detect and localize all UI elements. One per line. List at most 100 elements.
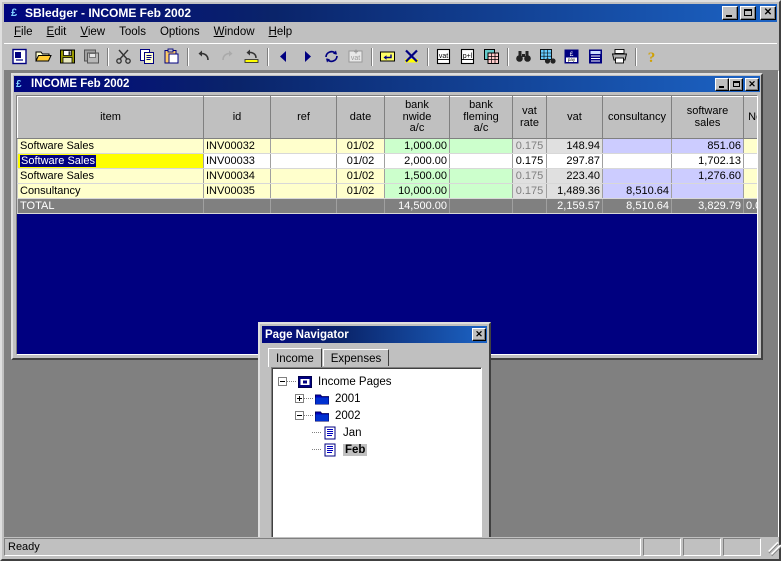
cell-bank-fleming[interactable]: [449, 168, 513, 184]
help-question-icon[interactable]: ?: [640, 45, 663, 68]
ledger-grid[interactable]: item id ref date bank nwide a/c bank flemin…: [17, 96, 757, 214]
tree-node-2001[interactable]: 2001: [278, 390, 481, 407]
redo-arrow-icon[interactable]: [216, 45, 239, 68]
cell-bank-fleming[interactable]: [449, 138, 513, 154]
cell-item[interactable]: Consultancy: [17, 183, 204, 199]
cell-item[interactable]: Software Sales: [17, 138, 204, 154]
cell-vat[interactable]: 297.87: [546, 153, 603, 169]
cell-notes[interactable]: [743, 168, 757, 184]
page-navigator-titlebar[interactable]: Page Navigator ✕: [262, 326, 487, 343]
minimize-button[interactable]: [722, 6, 738, 20]
cell-bank-nwide[interactable]: 2,000.00: [384, 153, 450, 169]
collapse-minus-icon[interactable]: [278, 377, 287, 386]
col-header-bank-fleming[interactable]: bank fleming a/c: [449, 96, 513, 139]
print-icon[interactable]: [608, 45, 631, 68]
tree-node-feb[interactable]: Feb: [278, 441, 481, 458]
cell-ref[interactable]: [270, 183, 337, 199]
cell-date[interactable]: 01/02: [336, 168, 385, 184]
cell-date[interactable]: 01/02: [336, 183, 385, 199]
col-header-date[interactable]: date: [336, 96, 385, 139]
cell-id[interactable]: INV00033: [203, 153, 271, 169]
payments-icon[interactable]: £ pay: [560, 45, 583, 68]
col-header-bank-nwide[interactable]: bank nwide a/c: [384, 96, 450, 139]
cell-item[interactable]: Software Sales: [17, 168, 204, 184]
cell-ref[interactable]: [270, 138, 337, 154]
cell-notes[interactable]: [743, 138, 757, 154]
cell-vat-rate[interactable]: 0.175: [512, 138, 547, 154]
cell-consultancy[interactable]: [602, 168, 672, 184]
col-header-id[interactable]: id: [203, 96, 271, 139]
copy-icon[interactable]: [136, 45, 159, 68]
cell-date[interactable]: 01/02: [336, 153, 385, 169]
cell-vat[interactable]: 223.40: [546, 168, 603, 184]
col-header-item[interactable]: item: [17, 96, 204, 139]
child-maximize-button[interactable]: [729, 77, 743, 91]
cell-notes[interactable]: [743, 153, 757, 169]
cell-ref[interactable]: [270, 153, 337, 169]
menu-view[interactable]: View: [73, 24, 112, 41]
tree-node-2002[interactable]: 2002: [278, 407, 481, 424]
col-header-consultancy[interactable]: consultancy: [602, 96, 672, 139]
cell-bank-nwide[interactable]: 1,000.00: [384, 138, 450, 154]
cell-notes[interactable]: [743, 183, 757, 199]
col-header-ref[interactable]: ref: [270, 96, 337, 139]
child-minimize-button[interactable]: [715, 77, 729, 91]
find-in-grid-icon[interactable]: [536, 45, 559, 68]
delete-cross-icon[interactable]: [400, 45, 423, 68]
cell-bank-fleming[interactable]: [449, 183, 513, 199]
cell-bank-fleming[interactable]: [449, 153, 513, 169]
col-header-vat-rate[interactable]: vat rate: [512, 96, 547, 139]
calculator-icon[interactable]: [584, 45, 607, 68]
cell-vat-rate[interactable]: 0.175: [512, 183, 547, 199]
page-tree[interactable]: Income Pages 2001 2002 Jan Feb: [271, 367, 482, 538]
refresh-icon[interactable]: [320, 45, 343, 68]
cell-consultancy[interactable]: [602, 153, 672, 169]
cell-software-sales[interactable]: 1,276.60: [671, 168, 744, 184]
cell-consultancy[interactable]: [602, 138, 672, 154]
cell-id[interactable]: INV00035: [203, 183, 271, 199]
cell-vat[interactable]: 148.94: [546, 138, 603, 154]
menu-options[interactable]: Options: [153, 24, 207, 41]
cell-software-sales[interactable]: 1,702.13: [671, 153, 744, 169]
cell-consultancy[interactable]: 8,510.64: [602, 183, 672, 199]
menu-help[interactable]: Help: [262, 24, 300, 41]
cell-date[interactable]: 01/02: [336, 138, 385, 154]
menu-edit[interactable]: Edit: [40, 24, 74, 41]
menu-file[interactable]: File: [7, 24, 40, 41]
save-disk-icon[interactable]: [56, 45, 79, 68]
undo-all-icon[interactable]: [240, 45, 263, 68]
add-vat-icon[interactable]: vat: [344, 45, 367, 68]
enter-return-icon[interactable]: [376, 45, 399, 68]
tab-income[interactable]: Income: [268, 348, 322, 367]
close-button[interactable]: ✕: [760, 6, 776, 20]
page-navigator-close-button[interactable]: ✕: [472, 328, 486, 341]
table-row[interactable]: Software Sales INV00032 01/02 1,000.00 0…: [17, 138, 757, 154]
menu-window[interactable]: Window: [207, 24, 262, 41]
vat-report-icon[interactable]: vat: [432, 45, 455, 68]
tree-node-jan[interactable]: Jan: [278, 424, 481, 441]
find-binoculars-icon[interactable]: [512, 45, 535, 68]
cell-item[interactable]: Software Sales: [17, 153, 204, 169]
table-row[interactable]: Software Sales INV00034 01/02 1,500.00 0…: [17, 168, 757, 184]
previous-page-icon[interactable]: [272, 45, 295, 68]
maximize-button[interactable]: [740, 6, 756, 20]
col-header-notes[interactable]: Notes: [743, 96, 757, 139]
cell-bank-nwide[interactable]: 10,000.00: [384, 183, 450, 199]
col-header-software-sales[interactable]: software sales: [671, 96, 744, 139]
main-titlebar[interactable]: £ SBledger - INCOME Feb 2002 ✕: [4, 4, 777, 22]
open-folder-icon[interactable]: [32, 45, 55, 68]
profit-loss-icon[interactable]: p+l: [456, 45, 479, 68]
cell-software-sales[interactable]: [671, 183, 744, 199]
child-close-button[interactable]: ✕: [745, 77, 759, 91]
child-titlebar[interactable]: £ INCOME Feb 2002 ✕: [14, 76, 760, 92]
cell-vat-rate[interactable]: 0.175: [512, 153, 547, 169]
tree-node-income-pages[interactable]: Income Pages: [278, 373, 481, 390]
cell-vat[interactable]: 1,489.36: [546, 183, 603, 199]
cell-id[interactable]: INV00034: [203, 168, 271, 184]
menu-tools[interactable]: Tools: [112, 24, 153, 41]
cell-vat-rate[interactable]: 0.175: [512, 168, 547, 184]
col-header-vat[interactable]: vat: [546, 96, 603, 139]
next-page-icon[interactable]: [296, 45, 319, 68]
table-row[interactable]: Software Sales INV00033 01/02 2,000.00 0…: [17, 153, 757, 169]
new-document-icon[interactable]: [8, 45, 31, 68]
